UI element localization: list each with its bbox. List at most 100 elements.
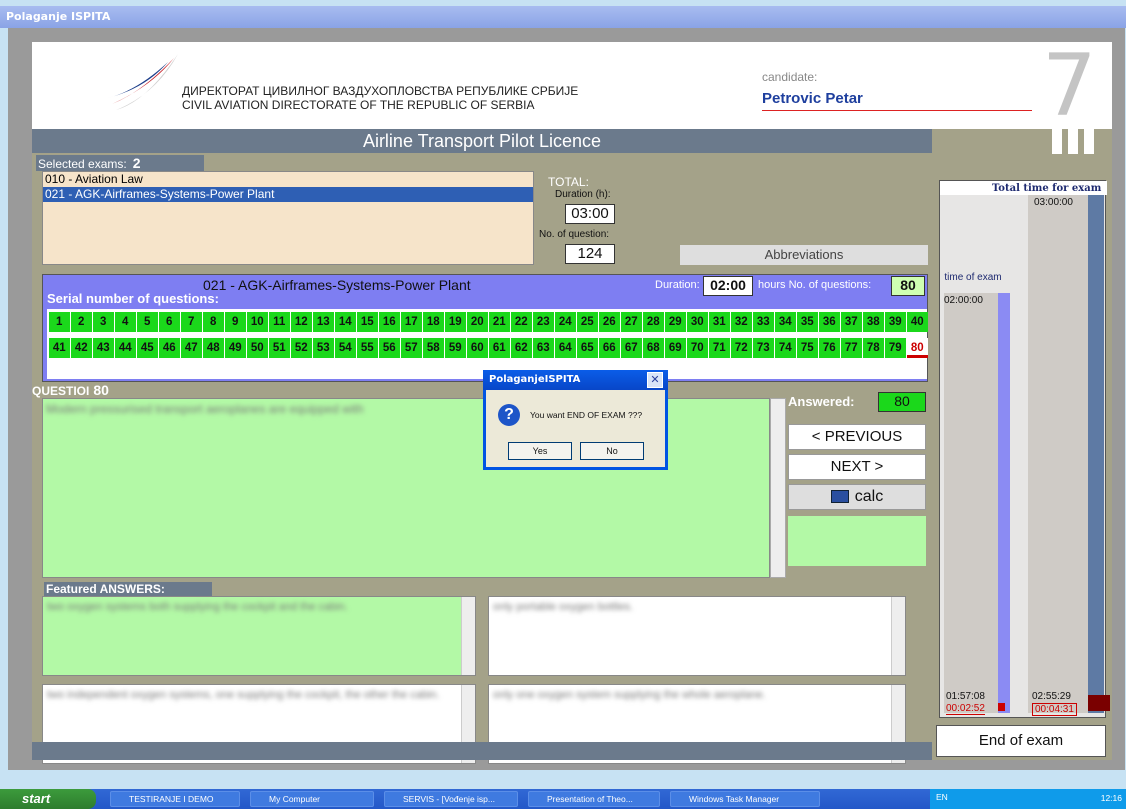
question-number-button[interactable]: 12	[291, 312, 312, 332]
question-number-button[interactable]: 75	[797, 338, 818, 358]
question-number-button[interactable]: 5	[137, 312, 158, 332]
question-number-button[interactable]: 50	[247, 338, 268, 358]
question-number-button[interactable]: 44	[115, 338, 136, 358]
answer-option-b[interactable]: only portable oxygen bottles.	[488, 596, 906, 676]
end-exam-button[interactable]: End of exam	[936, 725, 1106, 757]
question-number-button[interactable]: 71	[709, 338, 730, 358]
question-number-button[interactable]: 39	[885, 312, 906, 332]
question-number-button[interactable]: 43	[93, 338, 114, 358]
scrollbar[interactable]	[891, 597, 905, 675]
question-number-button[interactable]: 18	[423, 312, 444, 332]
question-number-button[interactable]: 53	[313, 338, 334, 358]
question-number-button[interactable]: 17	[401, 312, 422, 332]
question-number-button[interactable]: 30	[687, 312, 708, 332]
question-number-button[interactable]: 77	[841, 338, 862, 358]
previous-button[interactable]: < PREVIOUS	[788, 424, 926, 450]
question-number-button[interactable]: 11	[269, 312, 290, 332]
question-number-button[interactable]: 55	[357, 338, 378, 358]
question-number-button[interactable]: 19	[445, 312, 466, 332]
question-number-button[interactable]: 60	[467, 338, 488, 358]
question-number-button[interactable]: 70	[687, 338, 708, 358]
scrollbar[interactable]	[461, 597, 475, 675]
question-number-button[interactable]: 57	[401, 338, 422, 358]
question-number-button[interactable]: 62	[511, 338, 532, 358]
question-number-button[interactable]: 72	[731, 338, 752, 358]
taskbar-item[interactable]: SERVIS - [Vođenje isp...	[384, 791, 518, 807]
question-number-button[interactable]: 65	[577, 338, 598, 358]
taskbar-item[interactable]: Windows Task Manager	[670, 791, 820, 807]
question-number-button[interactable]: 42	[71, 338, 92, 358]
question-number-button[interactable]: 24	[555, 312, 576, 332]
question-number-button[interactable]: 25	[577, 312, 598, 332]
answer-option-a[interactable]: two oxygen systems both supplying the co…	[42, 596, 476, 676]
question-number-button[interactable]: 49	[225, 338, 246, 358]
question-number-button[interactable]: 37	[841, 312, 862, 332]
question-number-button[interactable]: 20	[467, 312, 488, 332]
question-number-button[interactable]: 7	[181, 312, 202, 332]
question-scrollbar[interactable]	[770, 398, 786, 578]
question-number-button[interactable]: 9	[225, 312, 246, 332]
question-number-button[interactable]: 15	[357, 312, 378, 332]
question-number-button[interactable]: 45	[137, 338, 158, 358]
question-number-button[interactable]: 27	[621, 312, 642, 332]
question-number-button[interactable]: 28	[643, 312, 664, 332]
question-number-button[interactable]: 56	[379, 338, 400, 358]
question-number-button[interactable]: 10	[247, 312, 268, 332]
question-number-button[interactable]: 16	[379, 312, 400, 332]
question-number-button[interactable]: 35	[797, 312, 818, 332]
exam-item[interactable]: 010 - Aviation Law	[43, 172, 533, 187]
no-button[interactable]: No	[580, 442, 644, 460]
question-number-button[interactable]: 32	[731, 312, 752, 332]
question-number-button[interactable]: 26	[599, 312, 620, 332]
question-number-button[interactable]: 66	[599, 338, 620, 358]
question-number-button[interactable]: 34	[775, 312, 796, 332]
abbreviations-button[interactable]: Abbreviations	[680, 245, 928, 265]
taskbar-item[interactable]: My Computer	[250, 791, 374, 807]
question-number-button[interactable]: 69	[665, 338, 686, 358]
question-number-button[interactable]: 31	[709, 312, 730, 332]
question-number-button[interactable]: 73	[753, 338, 774, 358]
question-number-button[interactable]: 13	[313, 312, 334, 332]
question-number-button[interactable]: 4	[115, 312, 136, 332]
question-number-button[interactable]: 61	[489, 338, 510, 358]
question-number-button[interactable]: 29	[665, 312, 686, 332]
exam-item-selected[interactable]: 021 - AGK-Airframes-Systems-Power Plant	[43, 187, 533, 202]
question-number-button[interactable]: 6	[159, 312, 180, 332]
question-number-button[interactable]: 51	[269, 338, 290, 358]
taskbar-item[interactable]: TESTIRANJE I DEMO	[110, 791, 240, 807]
taskbar-item[interactable]: Presentation of Theo...	[528, 791, 660, 807]
question-number-button[interactable]: 36	[819, 312, 840, 332]
exam-list[interactable]: 010 - Aviation Law 021 - AGK-Airframes-S…	[42, 171, 534, 265]
question-number-button[interactable]: 54	[335, 338, 356, 358]
question-number-button[interactable]: 58	[423, 338, 444, 358]
question-number-button[interactable]: 63	[533, 338, 554, 358]
question-number-button[interactable]: 2	[71, 312, 92, 332]
question-number-button[interactable]: 1	[49, 312, 70, 332]
question-number-button[interactable]: 68	[643, 338, 664, 358]
question-number-button[interactable]: 64	[555, 338, 576, 358]
question-number-button[interactable]: 59	[445, 338, 466, 358]
start-button[interactable]: start	[0, 789, 96, 809]
question-number-button[interactable]: 46	[159, 338, 180, 358]
question-number-button[interactable]: 14	[335, 312, 356, 332]
close-icon[interactable]: ✕	[647, 372, 663, 388]
question-number-button[interactable]: 47	[181, 338, 202, 358]
yes-button[interactable]: Yes	[508, 442, 572, 460]
question-number-button[interactable]: 80	[907, 338, 928, 358]
question-number-button[interactable]: 76	[819, 338, 840, 358]
calc-button[interactable]: calc	[788, 484, 926, 510]
question-number-button[interactable]: 8	[203, 312, 224, 332]
question-number-button[interactable]: 67	[621, 338, 642, 358]
language-indicator[interactable]: EN	[936, 792, 948, 802]
question-number-button[interactable]: 41	[49, 338, 70, 358]
question-number-button[interactable]: 38	[863, 312, 884, 332]
question-number-button[interactable]: 33	[753, 312, 774, 332]
question-number-button[interactable]: 23	[533, 312, 554, 332]
question-number-button[interactable]: 78	[863, 338, 884, 358]
question-number-button[interactable]: 79	[885, 338, 906, 358]
question-number-button[interactable]: 48	[203, 338, 224, 358]
question-number-button[interactable]: 52	[291, 338, 312, 358]
question-number-button[interactable]: 3	[93, 312, 114, 332]
question-number-button[interactable]: 74	[775, 338, 796, 358]
next-button[interactable]: NEXT >	[788, 454, 926, 480]
